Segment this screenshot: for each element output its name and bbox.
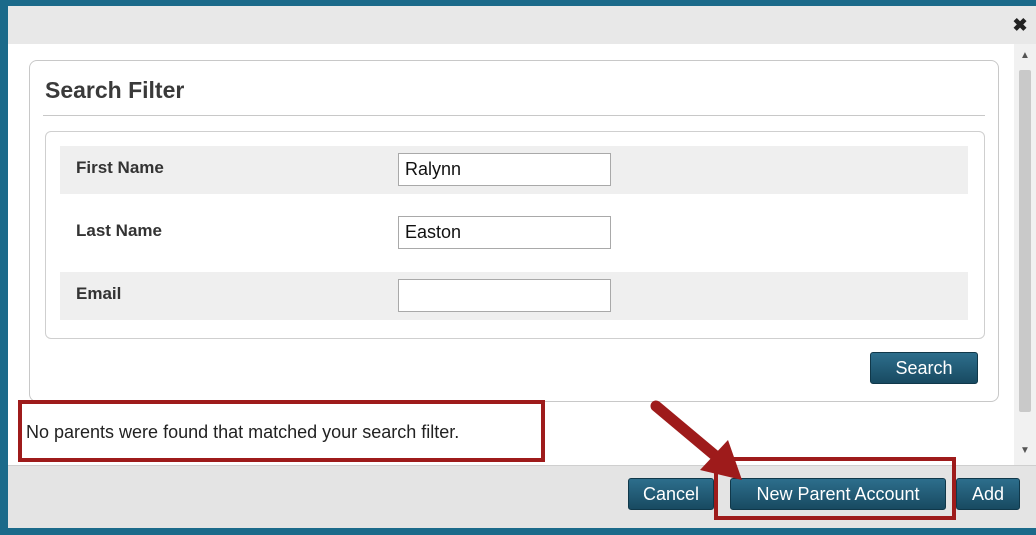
pointer-arrow-icon bbox=[650, 400, 742, 480]
